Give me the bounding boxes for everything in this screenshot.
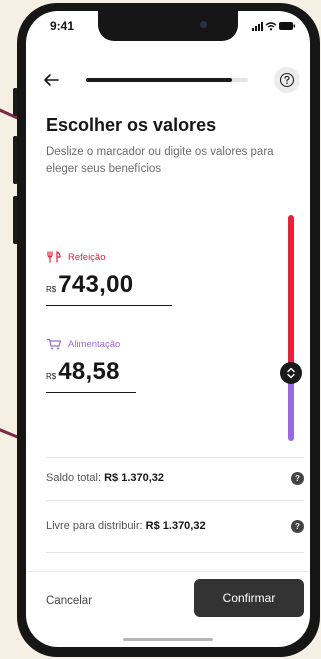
total-balance-text: Saldo total: R$ 1.370,32	[46, 472, 164, 484]
free-balance-row: Livre para distribuir: R$ 1.370,32 ?	[46, 516, 304, 536]
progress-bar	[86, 78, 248, 82]
category-alimentacao: Alimentação R$ 48,58	[46, 338, 136, 393]
alimentacao-amount-field[interactable]: R$ 48,58	[46, 358, 136, 393]
benefit-slider-track[interactable]	[288, 215, 294, 441]
arrow-left-icon[interactable]	[40, 69, 62, 91]
app-screen: 9:41 Escolher os valores Deslize o marca…	[26, 11, 310, 647]
status-time: 9:41	[50, 19, 75, 33]
signal-icon	[252, 22, 263, 31]
category-alimentacao-label: Alimentação	[46, 338, 136, 350]
question-circle-icon	[279, 72, 295, 88]
cancel-button[interactable]: Cancelar	[46, 595, 92, 607]
alimentacao-amount: 48,58	[58, 358, 120, 385]
progress-bar-fill	[86, 78, 232, 82]
page-subtitle: Deslize o marcador ou digite os valores …	[46, 146, 274, 175]
fork-knife-icon	[47, 251, 61, 263]
wifi-icon	[265, 22, 277, 31]
battery-icon	[279, 22, 295, 30]
status-icons	[252, 22, 295, 31]
slider-handle[interactable]	[280, 362, 302, 385]
category-alimentacao-name: Alimentação	[68, 338, 121, 350]
confirm-button[interactable]: Confirmar	[194, 579, 304, 617]
refeicao-amount-field[interactable]: R$ 743,00	[46, 271, 172, 306]
phone-frame: 9:41 Escolher os valores Deslize o marca…	[17, 3, 320, 657]
shopping-cart-icon	[47, 338, 62, 350]
category-refeicao-label: Refeição	[46, 251, 172, 263]
phone-notch	[98, 11, 238, 41]
divider	[46, 457, 304, 458]
free-balance-text: Livre para distribuir: R$ 1.370,32	[46, 520, 206, 532]
slider-refeicao-segment	[288, 215, 294, 374]
alimentacao-currency: R$	[46, 372, 57, 381]
refeicao-amount: 743,00	[58, 271, 134, 298]
total-balance-value: R$ 1.370,32	[104, 472, 165, 484]
total-balance-label: Saldo total:	[46, 472, 102, 484]
page-title: Escolher os valores	[46, 115, 217, 135]
total-help-icon[interactable]: ?	[291, 471, 304, 485]
footer-divider	[26, 571, 310, 572]
free-balance-label: Livre para distribuir:	[46, 520, 143, 532]
top-bar	[26, 67, 310, 95]
help-button[interactable]	[274, 67, 300, 93]
refeicao-currency: R$	[46, 285, 57, 294]
divider	[46, 500, 304, 501]
free-help-icon[interactable]: ?	[291, 519, 304, 533]
home-indicator	[123, 638, 213, 641]
divider	[46, 552, 304, 553]
category-refeicao-name: Refeição	[68, 251, 106, 263]
free-balance-value: R$ 1.370,32	[145, 520, 206, 532]
category-refeicao: Refeição R$ 743,00	[46, 251, 172, 306]
total-balance-row: Saldo total: R$ 1.370,32 ?	[46, 468, 304, 488]
front-camera	[200, 21, 207, 28]
decorative-line-bottom	[0, 426, 19, 439]
chevron-up-down-icon	[287, 367, 295, 379]
